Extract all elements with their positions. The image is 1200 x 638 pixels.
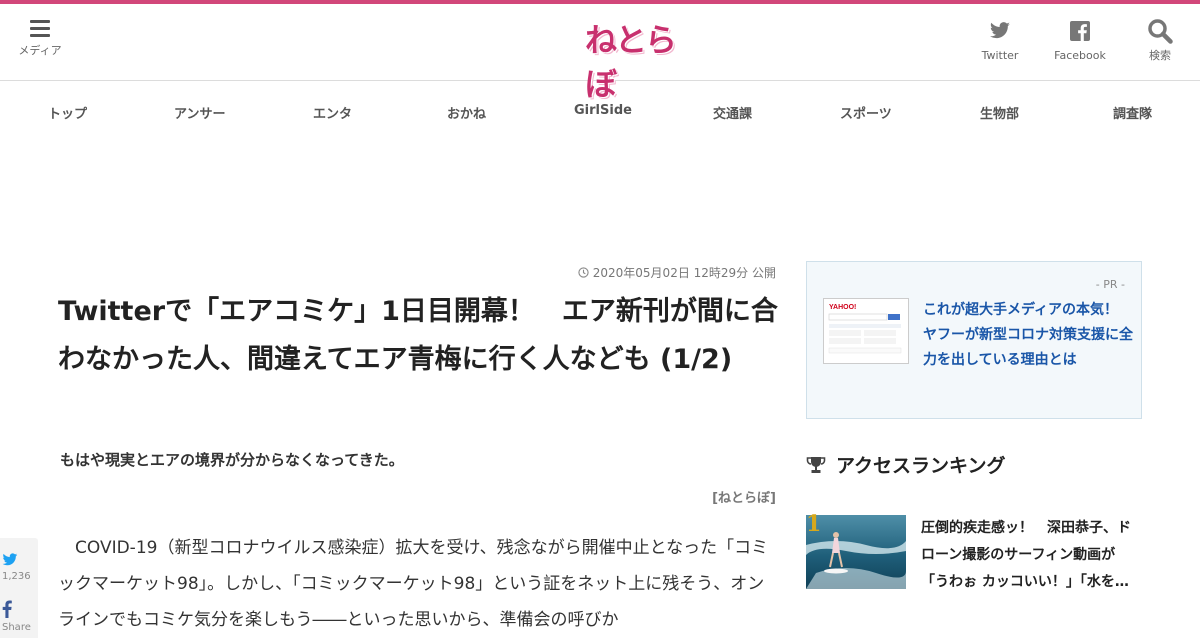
article-subtitle: もはや現実とエアの境界が分からなくなってきた。: [60, 451, 404, 469]
article-body: COVID-19（新型コロナウイルス感染症）拡大を受け、残念ながら開催中止となっ…: [58, 538, 769, 630]
ranking-item[interactable]: 1 圧倒的疾走感ッ！ 深田恭子、ドローン撮影のサーフィン動画が「うわぉ カッコい…: [806, 511, 1142, 591]
article-credit[interactable]: [ねとらぼ]: [712, 487, 776, 506]
pr-box[interactable]: - PR - YAHOO! これが超大手メディアの本気！ ヤフーが新型コロナ対策…: [806, 261, 1142, 419]
nav-item-okane[interactable]: おかね: [447, 103, 486, 122]
pr-label: - PR -: [1095, 278, 1125, 291]
publish-date: 2020年05月02日 12時29分 公開: [578, 264, 776, 281]
twitter-share-icon: [2, 553, 18, 566]
hamburger-icon: [30, 20, 50, 37]
nav-item-top[interactable]: トップ: [48, 103, 87, 122]
pr-thumbnail[interactable]: YAHOO!: [823, 298, 909, 364]
access-ranking-heading: アクセスランキング: [806, 451, 1005, 478]
pr-thumb-logo: YAHOO!: [829, 304, 856, 311]
search-button[interactable]: 検索: [1125, 18, 1195, 63]
media-menu-label: メディア: [18, 44, 62, 57]
category-nav: トップ アンサー エンタ おかね GirlSide 交通課 スポーツ 生物部 調…: [0, 81, 1200, 141]
ranking-number: 1: [806, 511, 822, 537]
nav-item-koutsuka[interactable]: 交通課: [713, 103, 752, 122]
site-logo[interactable]: ねとらぼ: [585, 18, 695, 103]
facebook-label: Facebook: [1054, 49, 1106, 62]
nav-item-seibutsubu[interactable]: 生物部: [980, 103, 1019, 122]
twitter-icon: [965, 18, 1035, 44]
clock-icon: [578, 267, 589, 278]
share-twitter-button[interactable]: 1,236: [0, 552, 40, 582]
access-ranking-title: アクセスランキング: [836, 455, 1006, 477]
facebook-icon: [1045, 18, 1115, 44]
nav-item-girlside[interactable]: GirlSide: [574, 103, 632, 118]
nav-item-sports[interactable]: スポーツ: [840, 103, 892, 122]
nav-item-answer[interactable]: アンサー: [174, 103, 225, 122]
pr-link-text[interactable]: これが超大手メディアの本気！ ヤフーが新型コロナ対策支援に全力を出している理由と…: [923, 298, 1133, 373]
twitter-button[interactable]: Twitter: [965, 18, 1035, 62]
media-menu-button[interactable]: メディア: [14, 20, 66, 58]
ranking-title-text[interactable]: 圧倒的疾走感ッ！ 深田恭子、ドローン撮影のサーフィン動画が「うわぉ カッコいい！…: [921, 515, 1142, 596]
article-title: Twitterで「エアコミケ」1日目開幕！ エア新刊が間に合わなかった人、間違え…: [58, 296, 778, 375]
site-header: メディア ねとらぼ Twitter Facebook 検索: [0, 4, 1200, 103]
search-label: 検索: [1149, 49, 1171, 62]
trophy-icon: [806, 456, 826, 473]
share-facebook-button[interactable]: Share: [0, 600, 40, 633]
twitter-share-count: 1,236: [2, 571, 31, 582]
facebook-share-icon: [2, 600, 12, 618]
search-icon: [1125, 18, 1195, 44]
share-sidebar: 1,236 Share: [0, 538, 38, 638]
publish-date-text: 2020年05月02日 12時29分 公開: [592, 266, 776, 280]
nav-item-enta[interactable]: エンタ: [313, 103, 352, 122]
facebook-button[interactable]: Facebook: [1045, 18, 1115, 62]
facebook-share-label: Share: [2, 622, 31, 633]
nav-item-chosatai[interactable]: 調査隊: [1113, 103, 1152, 122]
twitter-label: Twitter: [981, 49, 1019, 62]
